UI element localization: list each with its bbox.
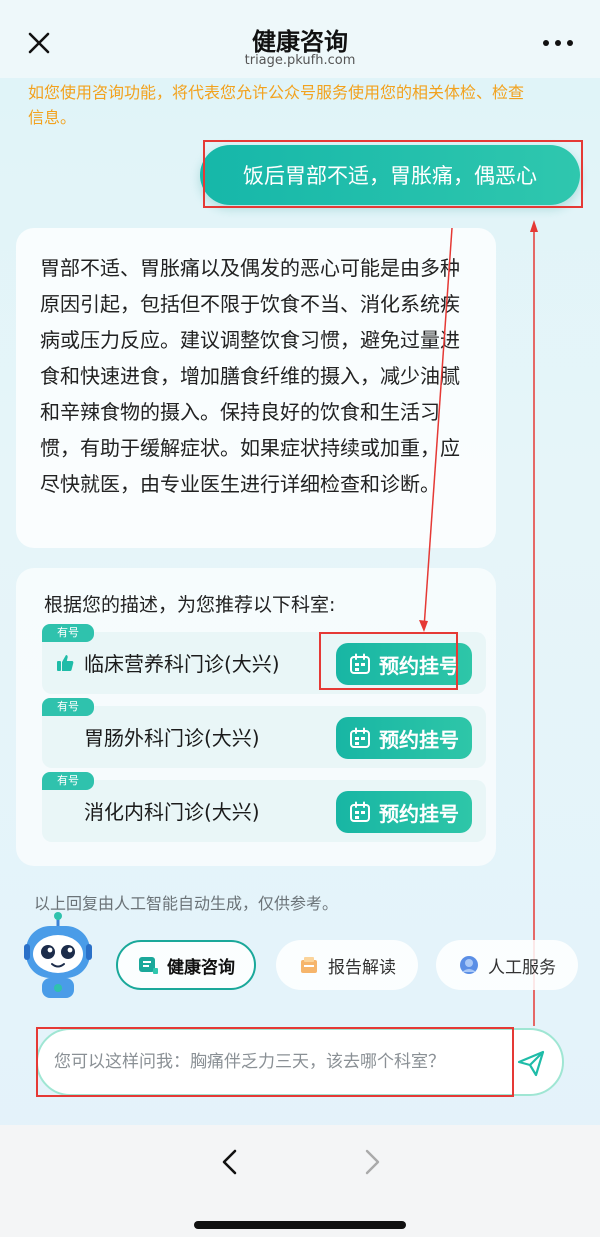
ai-disclaimer: 以上回复由人工智能自动生成，仅供参考。 [34,894,339,913]
forward-arrow-icon[interactable] [360,1147,384,1177]
calendar-icon [350,801,370,822]
back-arrow-icon[interactable] [218,1147,242,1177]
availability-badge: 有号 [42,624,94,642]
ai-answer-text: 胃部不适、胃胀痛以及偶发的恶心可能是由多种原因引起，包括但不限于饮食不当、消化系… [40,256,460,496]
quick-action-report[interactable]: 报告解读 [276,940,418,990]
chat-input[interactable] [54,1030,504,1094]
privacy-notice: 如您使用咨询功能，将代表您允许公众号服务使用您的相关体检、检查信息。 [28,83,525,127]
availability-badge: 有号 [42,772,94,790]
quick-action-label: 人工服务 [488,957,556,978]
department-recommendation-card: 根据您的描述，为您推荐以下科室: 有号 临床营养科门诊(大兴) 预约挂号 有号 … [16,568,496,866]
department-row: 有号 胃肠外科门诊(大兴) 预约挂号 [42,698,486,768]
quick-action-label: 健康咨询 [167,957,235,978]
robot-avatar-icon [24,912,92,998]
availability-badge: 有号 [42,698,94,716]
chat-icon [139,957,158,974]
more-icon[interactable] [540,36,576,50]
calendar-icon [350,653,370,674]
book-appointment-button[interactable]: 预约挂号 [336,717,472,759]
user-message-text: 饭后胃部不适，胃胀痛，偶恶心 [243,164,537,188]
home-indicator[interactable] [194,1221,406,1229]
quick-action-human-service[interactable]: 人工服务 [436,940,578,990]
chat-input-container [36,1028,564,1096]
quick-action-label: 报告解读 [328,957,396,978]
book-appointment-button[interactable]: 预约挂号 [336,791,472,833]
department-name: 临床营养科门诊(大兴) [84,652,280,676]
book-appointment-button[interactable]: 预约挂号 [336,643,472,685]
department-row: 有号 临床营养科门诊(大兴) 预约挂号 [42,624,486,694]
report-icon [301,957,317,973]
service-icon [460,956,478,974]
department-row: 有号 消化内科门诊(大兴) 预约挂号 [42,772,486,842]
user-message-bubble: 饭后胃部不适，胃胀痛，偶恶心 [200,145,580,205]
page-domain: triage.pkufh.com [244,53,356,68]
thumbs-up-icon [57,655,74,671]
page-title: 健康咨询 [252,28,348,56]
book-appointment-label: 预约挂号 [379,727,459,752]
department-name: 胃肠外科门诊(大兴) [84,726,260,750]
recommendation-heading: 根据您的描述，为您推荐以下科室: [44,594,336,616]
quick-action-health-consult[interactable]: 健康咨询 [116,940,256,990]
send-icon[interactable] [516,1048,546,1078]
top-bar: 健康咨询 triage.pkufh.com [0,0,600,78]
department-name: 消化内科门诊(大兴) [84,800,260,824]
browser-nav-bar [0,1125,600,1237]
book-appointment-label: 预约挂号 [379,653,459,678]
calendar-icon [350,727,370,748]
book-appointment-label: 预约挂号 [379,801,459,826]
ai-answer-card: 胃部不适、胃胀痛以及偶发的恶心可能是由多种原因引起，包括但不限于饮食不当、消化系… [16,228,496,548]
